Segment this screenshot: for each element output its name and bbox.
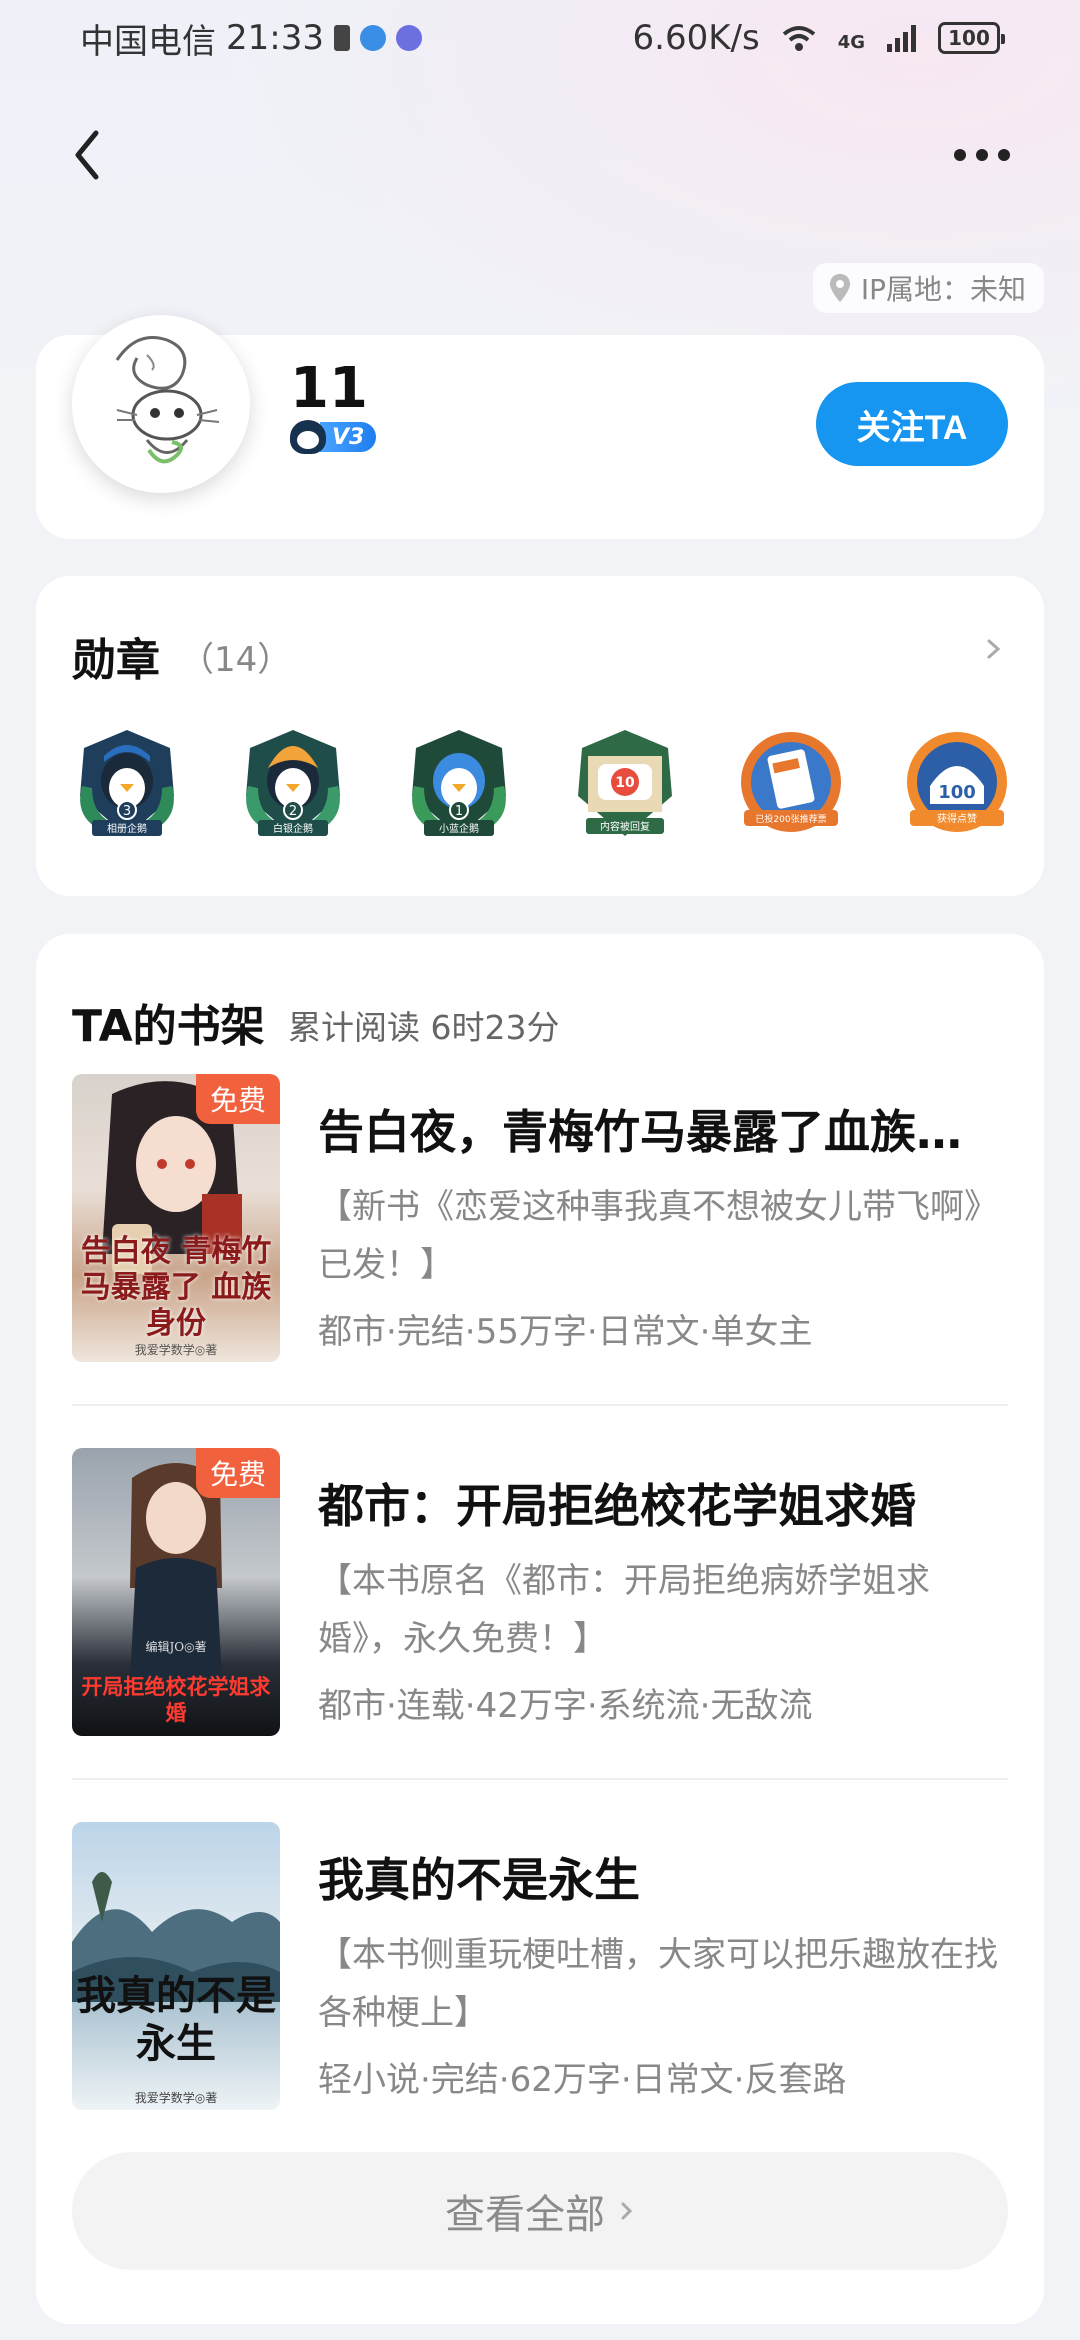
book-description: 【新书《恋爱这种事我真不想被女儿带飞啊》已发！】 xyxy=(318,1187,998,1285)
book-item[interactable]: 免费 开局拒绝校花学姐求婚 编辑JO◎著 都市：开局拒绝校花学姐求婚 【本书原名… xyxy=(72,1448,1008,1738)
avatar[interactable] xyxy=(72,315,250,493)
vip-badge: V3 xyxy=(290,420,377,454)
cover-author-text: 我爱学数学◎著 xyxy=(134,1343,218,1357)
penguin-medal-icon: 3 相册企鹅 xyxy=(80,730,174,836)
book-title: 都市：开局拒绝校花学姐求婚 xyxy=(318,1479,916,1533)
view-all-button[interactable]: 查看全部 xyxy=(72,2152,1008,2270)
cover-title-text: 开局拒绝校花学姐求婚 xyxy=(81,1674,271,1725)
medal-label: 获得点赞 xyxy=(937,812,977,825)
penguin-medal-icon: 1 小蓝企鹅 xyxy=(412,730,506,836)
medal-item[interactable]: 100 获得点赞 xyxy=(900,726,1014,844)
book-cover: 我真的不是永生 我爱学数学◎著 xyxy=(72,1822,280,2110)
book-cover: 免费 开局拒绝校花学姐求婚 编辑JO◎著 xyxy=(72,1448,280,1736)
ip-location-chip: IP属地：未知 xyxy=(812,263,1044,313)
medal-label: 内容被回复 xyxy=(600,820,650,833)
avatar-sketch-image xyxy=(77,320,245,488)
medal-count: （14） xyxy=(180,640,292,680)
network-type: 4G xyxy=(837,32,865,53)
medal-section-title: 勋章 xyxy=(72,635,160,686)
book-item[interactable]: 免费 告白夜 青梅竹马暴露了 血族身份 我爱学数学◎著 告白夜，青梅竹马暴露了血… xyxy=(72,1074,1008,1364)
medal-item[interactable]: 2 白银企鹅 xyxy=(236,726,350,844)
book-item[interactable]: 我真的不是永生 我爱学数学◎著 我真的不是永生 【本书侧重玩梗吐槽，大家可以把乐… xyxy=(72,1822,1008,2112)
chevron-right-icon xyxy=(621,2202,633,2220)
book-cover: 免费 告白夜 青梅竹马暴露了 血族身份 我爱学数学◎著 xyxy=(72,1074,280,1362)
status-bar: 中国电信 21:33 6.60K/s 4G 100 xyxy=(0,0,1080,76)
alert-icon xyxy=(333,25,350,51)
battery-icon: 100 xyxy=(938,22,1005,54)
battery-level: 100 xyxy=(948,26,990,50)
book-meta: 轻小说·完结·62万字·日常文·反套路 xyxy=(318,2060,847,2100)
clock: 21:33 xyxy=(226,18,324,58)
like-medal-icon: 100 获得点赞 xyxy=(907,732,1007,832)
reading-time-stat: 累计阅读 6时23分 xyxy=(288,1008,560,1047)
cover-author-text: 我爱学数学◎著 xyxy=(134,2091,218,2105)
medal-item[interactable]: 10 内容被回复 xyxy=(568,726,682,844)
app-notification-icon xyxy=(359,25,386,51)
username: 11 xyxy=(290,356,368,421)
divider xyxy=(72,1778,1008,1780)
cover-author-text: 编辑JO◎著 xyxy=(145,1640,207,1654)
book-meta: 都市·连载·42万字·系统流·无敌流 xyxy=(318,1686,813,1726)
cover-title-text: 告白夜 青梅竹马暴露了 血族身份 xyxy=(80,1234,272,1341)
medal-label: 小蓝企鹅 xyxy=(439,822,479,835)
free-tag: 免费 xyxy=(196,1074,280,1124)
bookshelf-title: TA的书架 xyxy=(72,1001,265,1052)
penguin-medal-icon: 2 白银企鹅 xyxy=(246,730,340,836)
cover-title-text: 我真的不是永生 xyxy=(76,1972,276,2067)
book-description: 【本书侧重玩梗吐槽，大家可以把乐趣放在找各种梗上】 xyxy=(318,1935,998,2033)
ip-location-text: IP属地：未知 xyxy=(860,273,1026,306)
book-meta: 都市·完结·55万字·日常文·单女主 xyxy=(318,1312,813,1352)
chevron-right-icon[interactable] xyxy=(982,634,1006,664)
book-description: 【本书原名《都市：开局拒绝病娇学姐求婚》，永久免费！】 xyxy=(318,1561,930,1659)
more-options-icon[interactable] xyxy=(954,141,1014,169)
back-arrow-icon[interactable] xyxy=(66,127,112,183)
wifi-icon xyxy=(782,26,815,51)
penguin-icon xyxy=(290,420,326,454)
book-title: 我真的不是永生 xyxy=(318,1853,640,1907)
svg-text:3: 3 xyxy=(123,804,131,819)
music-notification-icon xyxy=(395,25,422,51)
signal-icon xyxy=(887,24,916,52)
medal-label: 已投200张推荐票 xyxy=(755,813,826,825)
net-speed: 6.60K/s xyxy=(632,18,760,58)
vip-level: V3 xyxy=(320,422,377,452)
medal-label: 相册企鹅 xyxy=(107,822,147,835)
medal-item[interactable]: 3 相册企鹅 xyxy=(70,726,184,844)
location-pin-icon xyxy=(829,274,850,302)
svg-text:100: 100 xyxy=(938,782,976,803)
nav-bar xyxy=(0,115,1080,195)
reply-medal-icon: 10 内容被回复 xyxy=(578,730,672,836)
follow-button[interactable]: 关注TA xyxy=(816,382,1008,466)
medal-item[interactable]: 1 小蓝企鹅 xyxy=(402,726,516,844)
view-all-label: 查看全部 xyxy=(445,2192,605,2238)
free-tag: 免费 xyxy=(196,1448,280,1498)
carrier-label: 中国电信 xyxy=(80,21,216,62)
book-title: 告白夜，青梅竹马暴露了血族… xyxy=(318,1105,962,1159)
divider xyxy=(72,1404,1008,1406)
medal-item[interactable]: 已投200张推荐票 xyxy=(734,726,848,844)
svg-text:10: 10 xyxy=(615,775,635,791)
svg-text:1: 1 xyxy=(455,804,463,819)
ticket-medal-icon: 已投200张推荐票 xyxy=(741,732,841,832)
svg-text:2: 2 xyxy=(289,804,297,819)
medal-label: 白银企鹅 xyxy=(273,822,313,835)
medal-list: 3 相册企鹅 2 白银企鹅 1 小蓝企鹅 10 内容被回复 已投200张推荐票 … xyxy=(70,726,1014,846)
